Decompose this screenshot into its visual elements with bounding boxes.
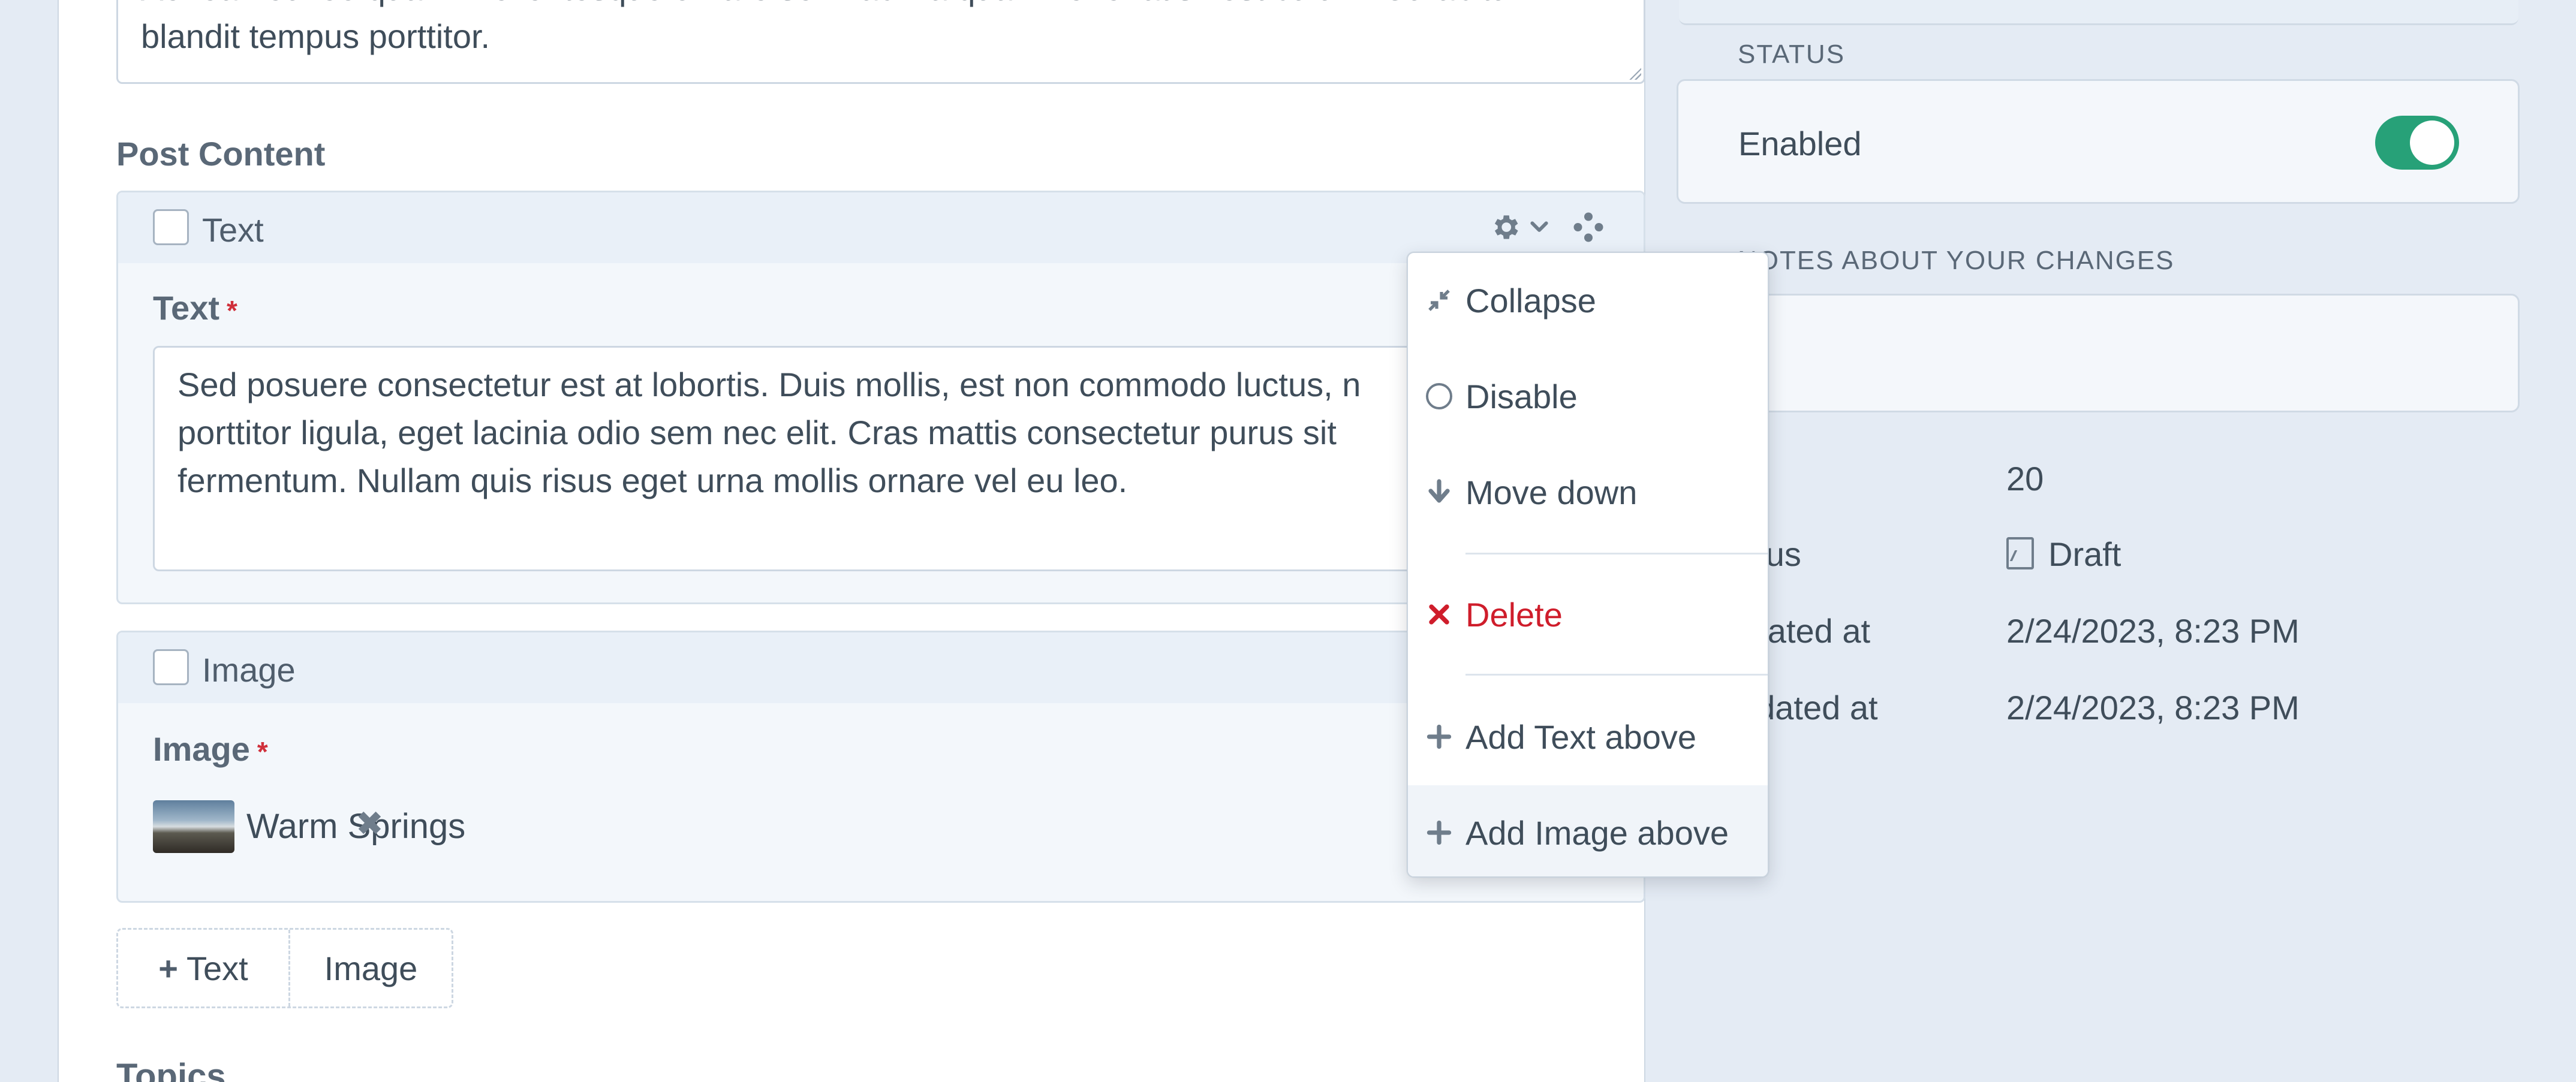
add-text-label: Text [186,949,248,987]
textarea-line: fermentum. Nullam quis risus eget urna m… [177,462,1128,499]
add-image-label: Image [324,949,418,987]
status-value-text: Draft [2048,535,2121,573]
textarea-line: porttitor ligula, eget lacinia odio sem … [177,414,1337,451]
text-block-title: Text [202,211,264,249]
text-field-label: Text * [153,288,237,327]
text-field-label-text: Text [153,289,219,327]
add-block-buttons: + Text Image [116,928,453,1008]
menu-divider [1465,674,1768,676]
menu-item-delete[interactable]: Delete [1408,567,1768,662]
menu-item-add-text-above[interactable]: Add Text above [1408,689,1768,784]
status-card: Enabled [1677,79,2520,204]
circle-icon [1408,383,1465,409]
text-block-textarea[interactable]: Sed posuere consectetur est at lobortis.… [153,346,1616,571]
plus-icon: + [158,949,178,987]
menu-item-label: Collapse [1465,281,1596,320]
meta-value-updated: 2/24/2023, 8:23 PM [2006,689,2300,727]
x-icon [1408,601,1465,628]
excerpt-line: Aenean eu leo quam. Pellentesque ornare … [141,0,1621,13]
block-actions-menu: Collapse Disable Move down Delete Add Te… [1407,252,1769,878]
text-block-checkbox[interactable] [153,209,189,245]
menu-divider [1465,553,1768,554]
collapse-icon [1408,286,1465,315]
menu-item-label: Move down [1465,473,1638,511]
topics-label: Topics [116,1057,226,1082]
required-mark: * [227,295,237,327]
remove-asset-icon[interactable]: ✖ [356,804,384,843]
excerpt-textarea[interactable]: Aenean eu leo quam. Pellentesque ornare … [116,0,1645,84]
meta-value-id: 20 [2006,460,2044,498]
arrow-down-icon [1408,478,1465,507]
image-block-title: Image [202,651,296,689]
menu-item-label: Disable [1465,377,1578,415]
image-field-label-text: Image [153,730,250,768]
add-image-block-button[interactable]: Image [290,930,452,1006]
menu-item-label: Delete [1465,595,1563,634]
excerpt-line: blandit tempus porttitor. [141,17,490,55]
gear-icon [1494,215,1518,239]
block-tools [1489,210,1605,244]
meta-value-created: 2/24/2023, 8:23 PM [2006,612,2300,650]
asset-thumbnail[interactable] [153,800,234,853]
plus-icon [1408,724,1465,750]
resize-handle-icon[interactable] [1628,67,1641,80]
menu-item-label: Add Text above [1465,718,1697,756]
menu-item-collapse[interactable]: Collapse [1408,253,1768,348]
gear-settings-button[interactable] [1489,211,1551,243]
menu-item-move-down[interactable]: Move down [1408,445,1768,540]
add-text-block-button[interactable]: + Text [118,930,290,1006]
menu-item-disable[interactable]: Disable [1408,349,1768,444]
toggle-knob [2410,120,2454,165]
menu-item-add-image-above[interactable]: Add Image above [1408,785,1768,876]
enabled-toggle[interactable] [2375,116,2459,170]
sidebar-top-card [1679,0,2518,25]
notes-heading: NOTES ABOUT YOUR CHANGES [1738,246,2175,275]
notes-input[interactable] [1677,294,2520,412]
image-field-label: Image * [153,730,268,768]
image-block-checkbox[interactable] [153,649,189,685]
chevron-down-icon [1530,221,1548,232]
meta-value-status: Draft [2006,535,2121,574]
menu-item-label: Add Image above [1465,813,1729,852]
status-heading: STATUS [1738,40,1846,69]
status-label: Enabled [1738,125,1862,162]
drag-handle-icon[interactable] [1572,210,1605,244]
post-content-label: Post Content [116,135,326,173]
textarea-line: Sed posuere consectetur est at lobortis.… [177,366,1361,403]
plus-icon [1408,819,1465,846]
draft-file-icon [2006,537,2034,569]
required-mark: * [257,736,268,768]
